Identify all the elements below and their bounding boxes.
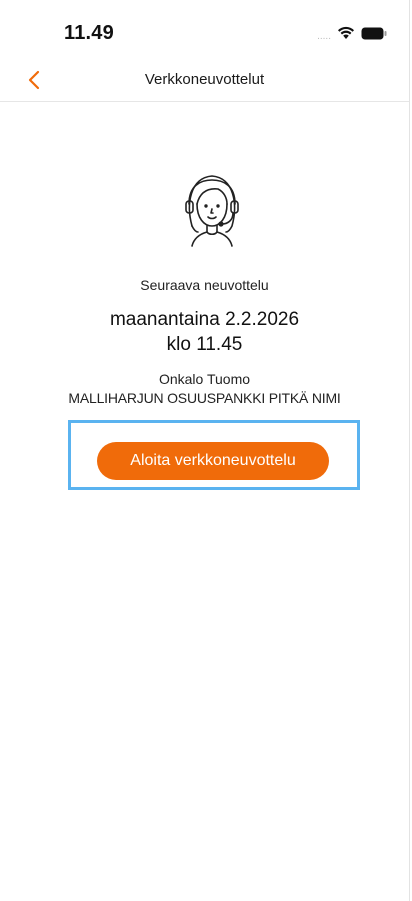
advisor-name: Onkalo Tuomo [158, 371, 251, 387]
start-meeting-button[interactable]: Aloita verkkoneuvottelu [97, 442, 329, 480]
meeting-time: klo 11.45 [166, 334, 243, 355]
battery-icon [361, 27, 387, 45]
app-screen: 11.49 ..... Verkkoneuvottelut Seuraava n… [0, 0, 410, 901]
navigation-bar: Verkkoneuvottelut [0, 60, 409, 102]
bank-name: MALLIHARJUN OSUUSPANKKI PITKÄ NIMI [68, 390, 341, 406]
meeting-date: maanantaina 2.2.2026 [109, 309, 300, 330]
wifi-icon [337, 26, 355, 45]
status-time: 11.49 [64, 22, 114, 44]
status-bar: 11.49 ..... [0, 0, 409, 60]
next-meeting-label: Seuraava neuvottelu [140, 277, 269, 293]
page-title: Verkkoneuvottelut [144, 71, 265, 88]
cellular-signal-icon: ..... [317, 30, 331, 42]
status-icons: ..... [317, 26, 387, 45]
advisor-headset-icon [185, 175, 239, 247]
